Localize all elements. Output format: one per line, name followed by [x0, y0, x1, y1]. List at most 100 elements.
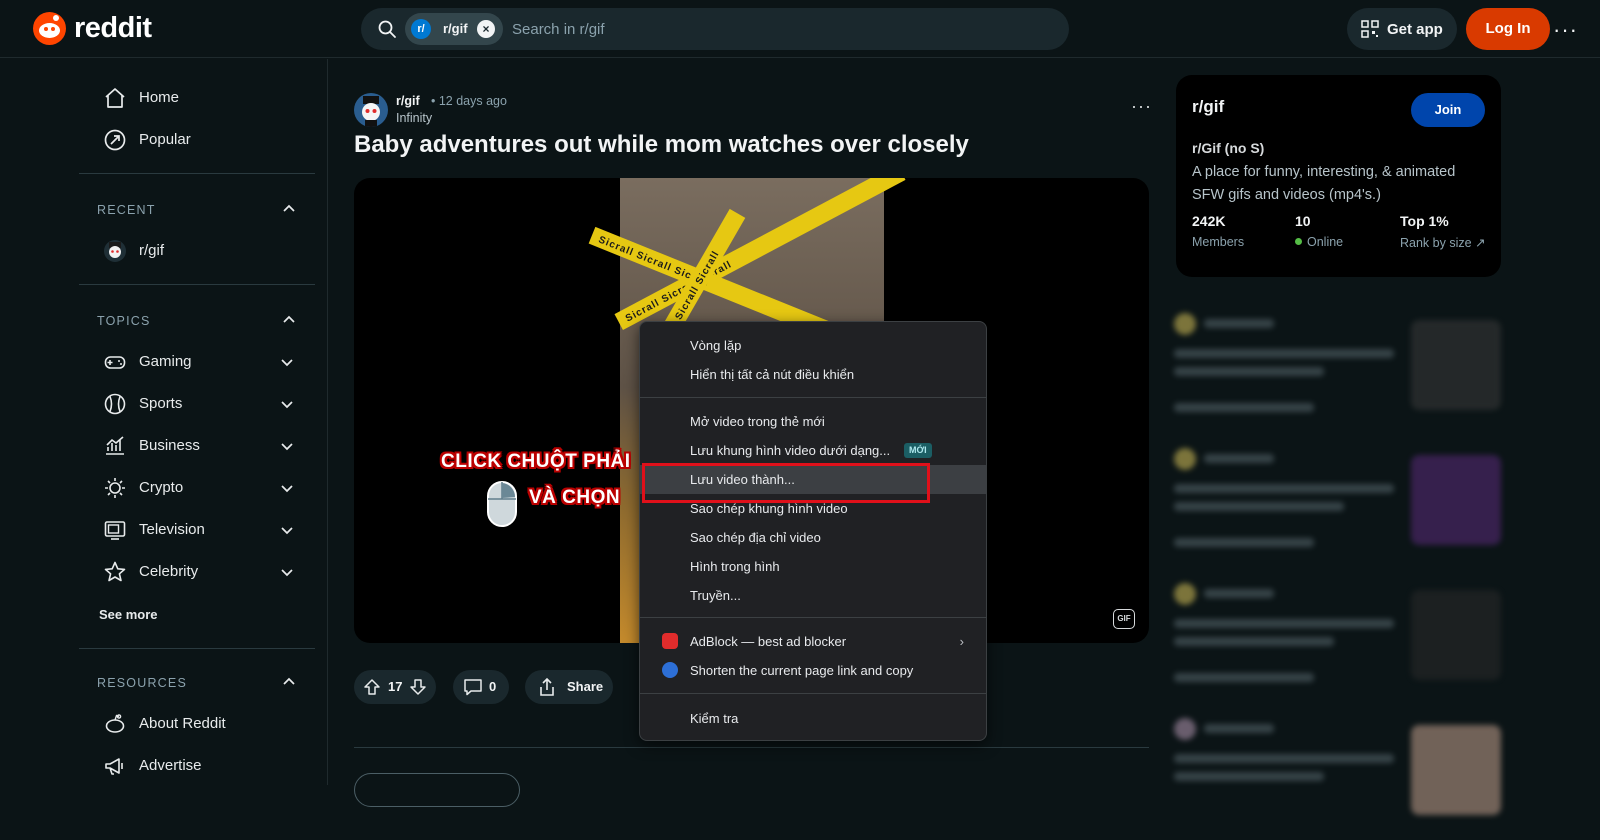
share-button[interactable]: Share — [525, 670, 613, 704]
join-button[interactable]: Join — [1411, 93, 1485, 127]
overlay-caption: VÀ CHỌN — [529, 487, 621, 508]
menu-separator — [640, 397, 986, 398]
post-author[interactable]: Infinity — [396, 111, 432, 125]
menu-item-open-video-new-tab[interactable]: Mở video trong thẻ mới — [640, 407, 986, 436]
sidebar-item-television[interactable]: Television — [93, 510, 303, 550]
sidebar-item-home[interactable]: Home — [93, 78, 303, 118]
menu-item-copy-video-address[interactable]: Sao chép địa chỉ video — [640, 523, 986, 552]
share-icon — [540, 677, 554, 696]
community-title[interactable]: r/gif — [1192, 97, 1224, 117]
search-input[interactable]: Search in r/gif — [512, 21, 605, 38]
sidebar-item-popular[interactable]: Popular — [93, 120, 303, 160]
post-time: • 12 days ago — [431, 94, 507, 108]
subreddit-chip-icon: r/ — [411, 19, 431, 39]
clear-scope-icon[interactable]: × — [477, 20, 495, 38]
community-info-card: r/gif Join r/Gif (no S) A place for funn… — [1176, 75, 1501, 277]
get-app-button[interactable]: Get app — [1347, 8, 1457, 50]
sidebar-item-crypto[interactable]: Crypto — [93, 468, 303, 508]
sidebar-divider — [79, 173, 315, 174]
search-scope-chip[interactable]: r/ r/gif × — [405, 13, 503, 45]
sidebar-item-rgif[interactable]: r/gif — [93, 231, 303, 271]
gamepad-icon — [104, 356, 126, 369]
post-more-options-icon[interactable]: ··· — [1131, 96, 1152, 117]
sidebar-item-advertise[interactable]: Advertise — [93, 746, 303, 786]
subreddit-avatar — [104, 240, 126, 262]
sidebar-item-label: Popular — [139, 131, 191, 148]
sidebar-divider — [79, 284, 315, 285]
related-post-placeholder[interactable] — [1170, 440, 1505, 570]
sidebar-item-label: Celebrity — [139, 563, 199, 580]
menu-item-save-frame-as[interactable]: Lưu khung hình video dưới dạng... MỚI — [640, 436, 986, 465]
sidebar-item-label: Home — [139, 89, 180, 106]
megaphone-icon — [105, 758, 123, 775]
post-subreddit-link[interactable]: r/gif — [396, 94, 420, 108]
search-scope-label: r/gif — [443, 21, 468, 36]
qr-code-icon — [1361, 20, 1379, 38]
resources-heading: RESOURCES — [97, 676, 187, 690]
related-post-placeholder[interactable] — [1170, 305, 1505, 435]
chevron-down-icon[interactable] — [279, 438, 295, 454]
reddit-wordmark[interactable]: reddit — [74, 12, 152, 45]
reddit-logo-icon[interactable] — [33, 12, 66, 45]
new-badge: MỚI — [904, 443, 932, 458]
chevron-down-icon[interactable] — [279, 354, 295, 370]
highlight-annotation-box — [642, 463, 930, 503]
link-shortener-icon — [662, 662, 678, 678]
see-more-link[interactable]: See more — [99, 607, 158, 622]
video-context-menu: Vòng lặp Hiển thị tất cả nút điều khiển … — [639, 321, 987, 741]
chevron-down-icon[interactable] — [279, 522, 295, 538]
top-header: reddit r/ r/gif × Search in r/gif Get ap… — [0, 0, 1600, 58]
menu-item-shorten-link[interactable]: Shorten the current page link and copy — [640, 656, 986, 685]
chevron-up-icon[interactable] — [281, 312, 297, 328]
star-icon — [104, 561, 126, 582]
sidebar-item-label: Television — [139, 521, 205, 538]
sidebar-item-label: Advertise — [139, 757, 202, 774]
online-dot-icon — [1295, 238, 1302, 245]
crypto-icon — [105, 478, 125, 498]
related-post-placeholder[interactable] — [1170, 710, 1505, 840]
sidebar-item-celebrity[interactable]: Celebrity — [93, 552, 303, 592]
comment-count: 0 — [489, 679, 497, 694]
related-post-placeholder[interactable] — [1170, 575, 1505, 705]
downvote-icon[interactable] — [409, 678, 427, 696]
sidebar-item-label: Gaming — [139, 353, 192, 370]
comments-button[interactable]: 0 — [453, 670, 509, 704]
menu-item-inspect[interactable]: Kiểm tra — [640, 704, 986, 733]
chevron-down-icon[interactable] — [279, 564, 295, 580]
menu-item-cast[interactable]: Truyền... — [640, 581, 986, 610]
sidebar-item-label: Sports — [139, 395, 183, 412]
menu-item-show-controls[interactable]: Hiển thị tất cả nút điều khiển — [640, 360, 986, 389]
sidebar-divider — [79, 648, 315, 649]
chart-icon — [106, 436, 124, 455]
sidebar-item-label: About Reddit — [139, 715, 226, 732]
chevron-down-icon[interactable] — [279, 480, 295, 496]
sidebar-item-sports[interactable]: Sports — [93, 384, 303, 424]
post-divider — [354, 747, 1149, 748]
get-app-label: Get app — [1387, 21, 1443, 38]
submenu-arrow-icon: › — [959, 634, 964, 649]
popular-icon — [104, 129, 126, 151]
menu-item-loop[interactable]: Vòng lặp — [640, 331, 986, 360]
post-title[interactable]: Baby adventures out while mom watches ov… — [354, 131, 969, 159]
menu-separator — [640, 693, 986, 694]
mouse-icon — [487, 481, 517, 527]
upvote-icon[interactable] — [363, 678, 381, 696]
chevron-up-icon[interactable] — [281, 674, 297, 690]
sidebar-item-about-reddit[interactable]: About Reddit — [93, 704, 303, 744]
comment-sort-button[interactable] — [354, 773, 520, 807]
chevron-down-icon[interactable] — [279, 396, 295, 412]
gif-badge: GIF — [1113, 609, 1135, 629]
menu-item-picture-in-picture[interactable]: Hình trong hình — [640, 552, 986, 581]
login-button[interactable]: Log In — [1466, 8, 1550, 50]
search-bar[interactable]: r/ r/gif × Search in r/gif — [361, 8, 1069, 50]
sidebar-item-gaming[interactable]: Gaming — [93, 342, 303, 382]
sidebar-item-business[interactable]: Business — [93, 426, 303, 466]
vote-control[interactable]: 17 — [354, 670, 436, 704]
share-label: Share — [567, 679, 604, 694]
comment-icon — [464, 679, 482, 696]
menu-item-adblock[interactable]: AdBlock — best ad blocker › — [640, 627, 986, 656]
sidebar-item-label: r/gif — [139, 242, 165, 259]
more-options-icon[interactable]: ··· — [1553, 17, 1578, 43]
chevron-up-icon[interactable] — [281, 201, 297, 217]
subreddit-avatar[interactable] — [354, 93, 388, 127]
